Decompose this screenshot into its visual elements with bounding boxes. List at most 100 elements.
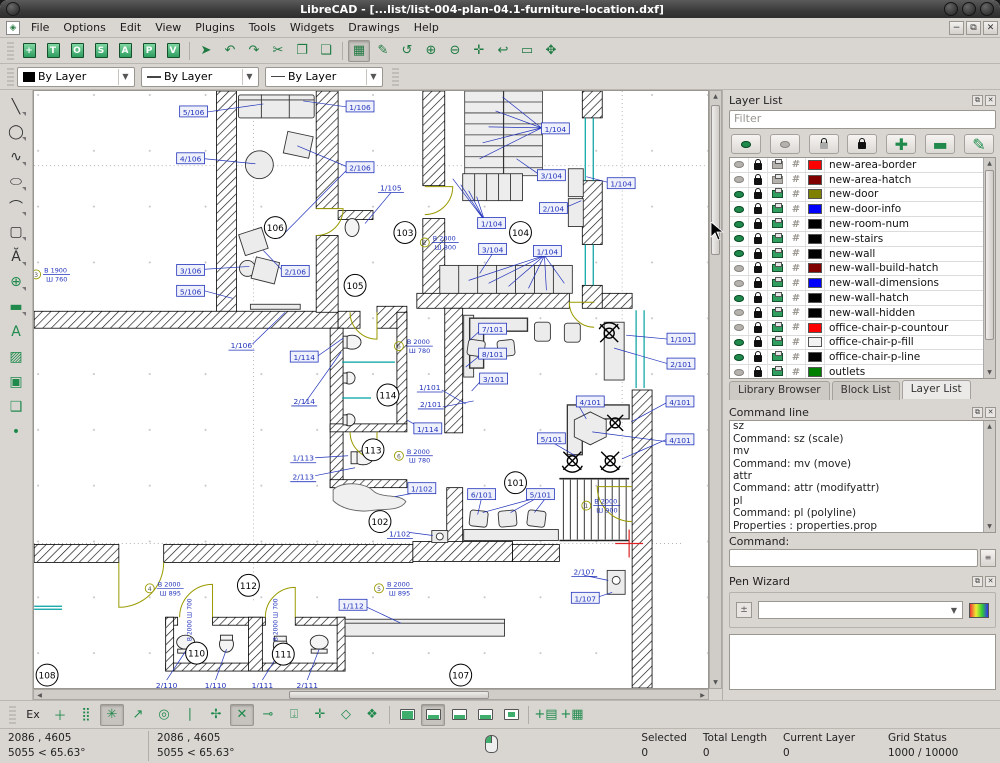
previous-view-button[interactable]: ↩ xyxy=(492,40,514,62)
toggle-layer-list-widget-button[interactable]: +▤ xyxy=(534,704,558,726)
layer-row[interactable]: #office-chair-p-countour xyxy=(730,321,995,336)
horizontal-scroll-thumb[interactable] xyxy=(289,691,489,699)
undo-button[interactable]: ↶ xyxy=(219,40,241,62)
layer-lock-icon[interactable] xyxy=(749,158,768,172)
layer-color-swatch[interactable] xyxy=(806,306,825,320)
zoom-out-button[interactable]: ⊖ xyxy=(444,40,466,62)
snap-free-button[interactable]: ＋ xyxy=(48,704,72,726)
layer-lock-icon[interactable] xyxy=(749,247,768,261)
line-tool[interactable]: ╲ xyxy=(3,94,29,119)
layer-lock-icon[interactable] xyxy=(749,276,768,290)
select-tool[interactable]: ▢ xyxy=(3,219,29,244)
layer-lock-icon[interactable] xyxy=(749,232,768,246)
layer-color-swatch[interactable] xyxy=(806,321,825,335)
status-widget-toggle-5-button[interactable] xyxy=(499,704,523,726)
scroll-up-icon[interactable]: ▲ xyxy=(710,91,721,102)
layer-construction-icon[interactable]: # xyxy=(787,291,806,305)
print-button[interactable]: P xyxy=(138,40,160,62)
scroll-up-icon[interactable]: ▲ xyxy=(984,421,995,432)
command-input[interactable] xyxy=(729,549,978,567)
layer-print-icon[interactable] xyxy=(768,173,787,187)
layer-color-swatch[interactable] xyxy=(806,247,825,261)
menu-edit[interactable]: Edit xyxy=(113,19,148,36)
layer-print-icon[interactable] xyxy=(768,202,787,216)
layer-construction-icon[interactable]: # xyxy=(787,350,806,364)
pen-wizard-combo[interactable]: ▼ xyxy=(758,601,963,619)
menu-drawings[interactable]: Drawings xyxy=(341,19,406,36)
open-button[interactable]: O xyxy=(66,40,88,62)
toolbar-grip[interactable] xyxy=(7,42,14,60)
layer-visibility-icon[interactable] xyxy=(730,173,749,187)
snap-grid-button[interactable]: ⣿ xyxy=(74,704,98,726)
layer-row[interactable]: #new-wall-hatch xyxy=(730,291,995,306)
layer-visibility-icon[interactable] xyxy=(730,306,749,320)
redraw-button[interactable]: ↺ xyxy=(396,40,418,62)
layer-construction-icon[interactable]: # xyxy=(787,158,806,172)
layer-lock-icon[interactable] xyxy=(749,306,768,320)
layer-lock-icon[interactable] xyxy=(749,321,768,335)
new-from-template-button[interactable]: T xyxy=(42,40,64,62)
modify-tool[interactable]: ⊕ xyxy=(3,269,29,294)
layer-row[interactable]: #new-door-info xyxy=(730,202,995,217)
layer-lock-icon[interactable] xyxy=(749,350,768,364)
layer-visibility-icon[interactable] xyxy=(730,365,749,379)
layer-print-icon[interactable] xyxy=(768,350,787,364)
layer-lock-icon[interactable] xyxy=(749,188,768,202)
float-panel-icon[interactable]: ⧉ xyxy=(972,407,983,418)
snap-middle-button[interactable]: ∣ xyxy=(178,704,202,726)
mdi-minimize-button[interactable]: − xyxy=(949,21,964,35)
layer-color-swatch[interactable] xyxy=(806,276,825,290)
layer-visibility-icon[interactable] xyxy=(730,247,749,261)
redo-button[interactable]: ↷ xyxy=(243,40,265,62)
toggle-block-list-widget-button[interactable]: +▦ xyxy=(560,704,584,726)
layer-color-swatch[interactable] xyxy=(806,232,825,246)
selection-pointer-button[interactable]: ➤ xyxy=(195,40,217,62)
snap-center-button[interactable]: ◎ xyxy=(152,704,176,726)
menu-help[interactable]: Help xyxy=(407,19,446,36)
layer-construction-icon[interactable]: # xyxy=(787,188,806,202)
unlock-all-layers-button[interactable] xyxy=(809,134,839,154)
scroll-up-icon[interactable]: ▲ xyxy=(984,158,995,169)
paste-button[interactable]: ❏ xyxy=(315,40,337,62)
close-panel-icon[interactable]: ✕ xyxy=(985,95,996,106)
command-history[interactable]: ▲ ▼ Command: pl (polyline)szCommand: sz … xyxy=(729,420,996,533)
exclusive-snap-button[interactable]: Ex xyxy=(20,704,46,726)
layer-construction-icon[interactable]: # xyxy=(787,247,806,261)
layer-lock-icon[interactable] xyxy=(749,291,768,305)
layer-print-icon[interactable] xyxy=(768,291,787,305)
point-tool[interactable]: • xyxy=(3,419,29,444)
close-button[interactable] xyxy=(980,2,994,16)
layer-color-swatch[interactable] xyxy=(806,350,825,364)
hide-all-layers-button[interactable] xyxy=(770,134,800,154)
layer-construction-icon[interactable]: # xyxy=(787,276,806,290)
circle-tool[interactable]: ◯ xyxy=(3,119,29,144)
layer-visibility-icon[interactable] xyxy=(730,276,749,290)
layer-print-icon[interactable] xyxy=(768,247,787,261)
layer-color-swatch[interactable] xyxy=(806,202,825,216)
layer-lock-icon[interactable] xyxy=(749,336,768,350)
restrict-horizontal-button[interactable]: ⊸ xyxy=(256,704,280,726)
layer-row[interactable]: #new-area-border xyxy=(730,158,995,173)
status-widget-toggle-3-button[interactable] xyxy=(447,704,471,726)
command-history-scrollbar[interactable]: ▲ ▼ xyxy=(983,421,995,532)
layer-construction-icon[interactable]: # xyxy=(787,202,806,216)
window-menu-button[interactable] xyxy=(6,2,20,16)
tab-block-list[interactable]: Block List xyxy=(832,381,900,400)
layer-visibility-icon[interactable] xyxy=(730,202,749,216)
menu-plugins[interactable]: Plugins xyxy=(188,19,241,36)
menu-file[interactable]: File xyxy=(24,19,56,36)
layer-row[interactable]: #new-area-hatch xyxy=(730,173,995,188)
layer-print-icon[interactable] xyxy=(768,321,787,335)
layer-row[interactable]: #new-wall xyxy=(730,247,995,262)
layer-visibility-icon[interactable] xyxy=(730,188,749,202)
cut-button[interactable]: ✂ xyxy=(267,40,289,62)
polyline-tool[interactable]: ⌒ xyxy=(3,194,29,219)
menu-widgets[interactable]: Widgets xyxy=(283,19,341,36)
maximize-button[interactable] xyxy=(962,2,976,16)
layer-visibility-icon[interactable] xyxy=(730,350,749,364)
scroll-right-icon[interactable]: ▶ xyxy=(697,690,708,701)
curve-tool[interactable]: ∿ xyxy=(3,144,29,169)
dimension-tool[interactable]: Ă xyxy=(3,244,29,269)
layer-lock-icon[interactable] xyxy=(749,262,768,276)
draft-mode-button[interactable]: ✎ xyxy=(372,40,394,62)
